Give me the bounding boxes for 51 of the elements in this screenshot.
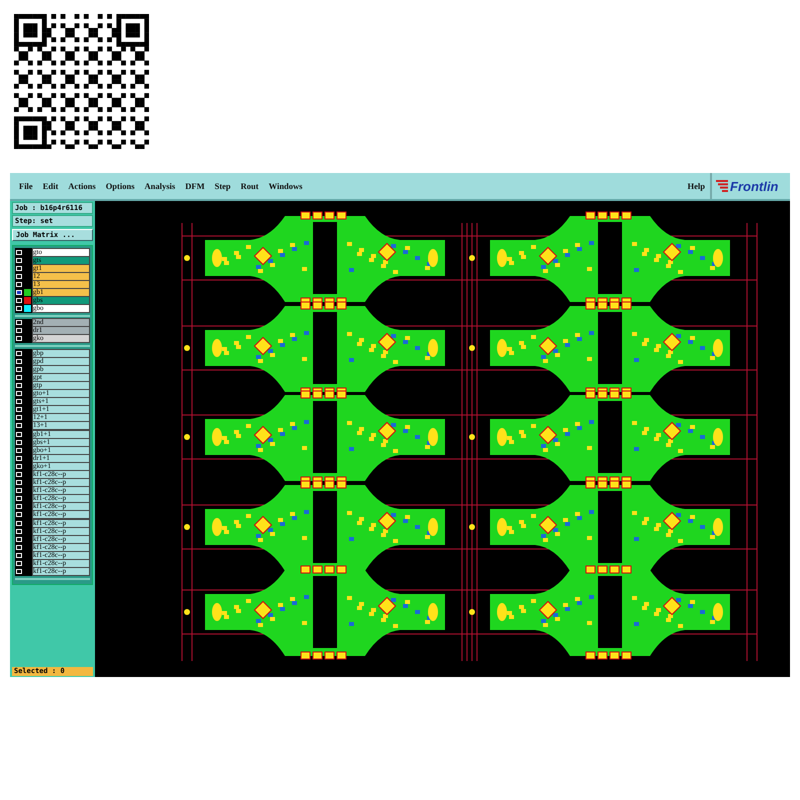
layer-checkbox[interactable]: [16, 480, 22, 486]
layer-checkbox[interactable]: [16, 399, 22, 404]
layer-checkbox[interactable]: [16, 569, 22, 574]
layer-checkbox[interactable]: [16, 488, 22, 494]
layer-checkbox[interactable]: [16, 282, 22, 287]
layer-checkbox[interactable]: [16, 366, 22, 372]
menu-item[interactable]: File: [14, 181, 38, 191]
menu-item[interactable]: Step: [210, 181, 236, 191]
layer-checkbox[interactable]: [16, 306, 22, 312]
layer-checkbox[interactable]: [16, 336, 22, 342]
layer-checkbox[interactable]: [16, 464, 22, 469]
menu-item[interactable]: Options: [100, 181, 140, 191]
menu-item[interactable]: Rout: [236, 181, 264, 191]
layer-checkbox[interactable]: [16, 328, 22, 334]
menu-item[interactable]: Analysis: [140, 181, 180, 191]
layer-checkbox[interactable]: [16, 258, 22, 263]
layer-checkbox[interactable]: [16, 423, 22, 428]
layer-checkbox[interactable]: [16, 552, 22, 558]
layer-checkbox[interactable]: [16, 266, 22, 271]
layer-checkbox[interactable]: [16, 415, 22, 420]
layer-checkbox[interactable]: [16, 520, 22, 526]
layer-checkbox[interactable]: [16, 496, 22, 502]
menu-item[interactable]: Edit: [38, 181, 64, 191]
layer-checkbox[interactable]: [16, 320, 22, 326]
layer-checkbox[interactable]: [16, 504, 22, 510]
layer-checkbox[interactable]: [16, 358, 22, 364]
layer-checkbox[interactable]: [16, 512, 22, 518]
layer-checkbox[interactable]: [16, 544, 22, 550]
layer-checkbox[interactable]: [16, 407, 22, 412]
layer-checkbox[interactable]: [16, 350, 22, 356]
layer-checkbox[interactable]: [16, 274, 22, 279]
menu-item[interactable]: DFM: [180, 181, 210, 191]
layer-checkbox[interactable]: [16, 528, 22, 534]
layer-checkbox[interactable]: [16, 432, 22, 437]
layer-checkbox[interactable]: [16, 536, 22, 542]
layer-checkbox[interactable]: [16, 298, 22, 304]
layer-checkbox[interactable]: [16, 382, 22, 388]
layer-checkbox[interactable]: [16, 561, 22, 566]
layer-checkbox[interactable]: [16, 472, 22, 477]
layer-checkbox[interactable]: [16, 448, 22, 453]
layer-checkbox[interactable]: [16, 440, 22, 445]
layer-checkbox[interactable]: [16, 374, 22, 380]
layer-checkbox[interactable]: [16, 391, 22, 396]
layer-checkbox[interactable]: [16, 456, 22, 461]
layer-checkbox[interactable]: [16, 290, 22, 296]
logo-stripes-icon: [716, 180, 728, 192]
menu-item[interactable]: Actions: [63, 181, 101, 191]
logo-text: Frontlin: [730, 178, 778, 194]
layer-checkbox[interactable]: [16, 250, 22, 255]
menu-item[interactable]: Windows: [264, 181, 308, 191]
help-menu[interactable]: Help: [682, 181, 710, 191]
